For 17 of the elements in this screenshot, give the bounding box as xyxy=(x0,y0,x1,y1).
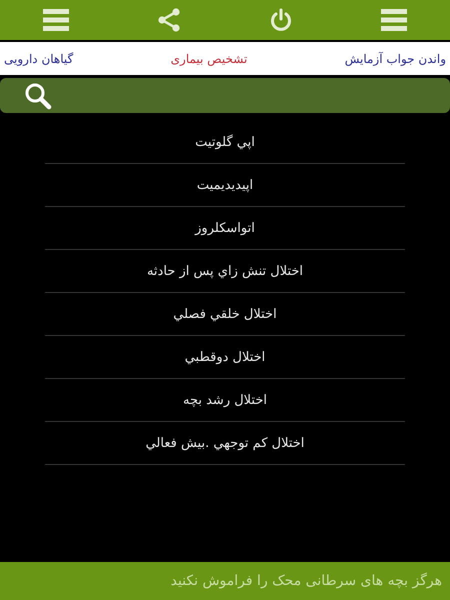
list-item[interactable]: اختلال كم توجهي .بيش فعالي xyxy=(146,436,304,451)
power-icon xyxy=(270,8,292,32)
list-item[interactable]: اتواسكلروز xyxy=(195,221,255,236)
ticker-text: هرگز بچه های سرطانی محک را فراموش نکنید xyxy=(170,572,442,590)
list-item[interactable]: اختلال خلقي فصلي xyxy=(173,307,277,322)
share-icon xyxy=(156,8,181,32)
search-icon[interactable] xyxy=(24,82,52,110)
list-item[interactable]: اپيدیديميت xyxy=(196,178,254,193)
list-item[interactable]: اختلال رشد بچه xyxy=(182,393,267,408)
list-item[interactable]: اختلال تنش زاي پس از حادثه xyxy=(146,264,304,279)
tab[interactable]: گیاهان دارویی xyxy=(4,52,74,64)
menu-icon xyxy=(380,8,407,32)
tab[interactable]: تشخیص بیماری xyxy=(170,52,248,64)
list-item[interactable]: اپي گلوتيت xyxy=(195,135,255,150)
tab[interactable]: واندن جواب آزمایش xyxy=(344,52,446,64)
list-item[interactable]: اختلال دوقطبي xyxy=(184,350,266,365)
menu-icon xyxy=(43,8,70,32)
